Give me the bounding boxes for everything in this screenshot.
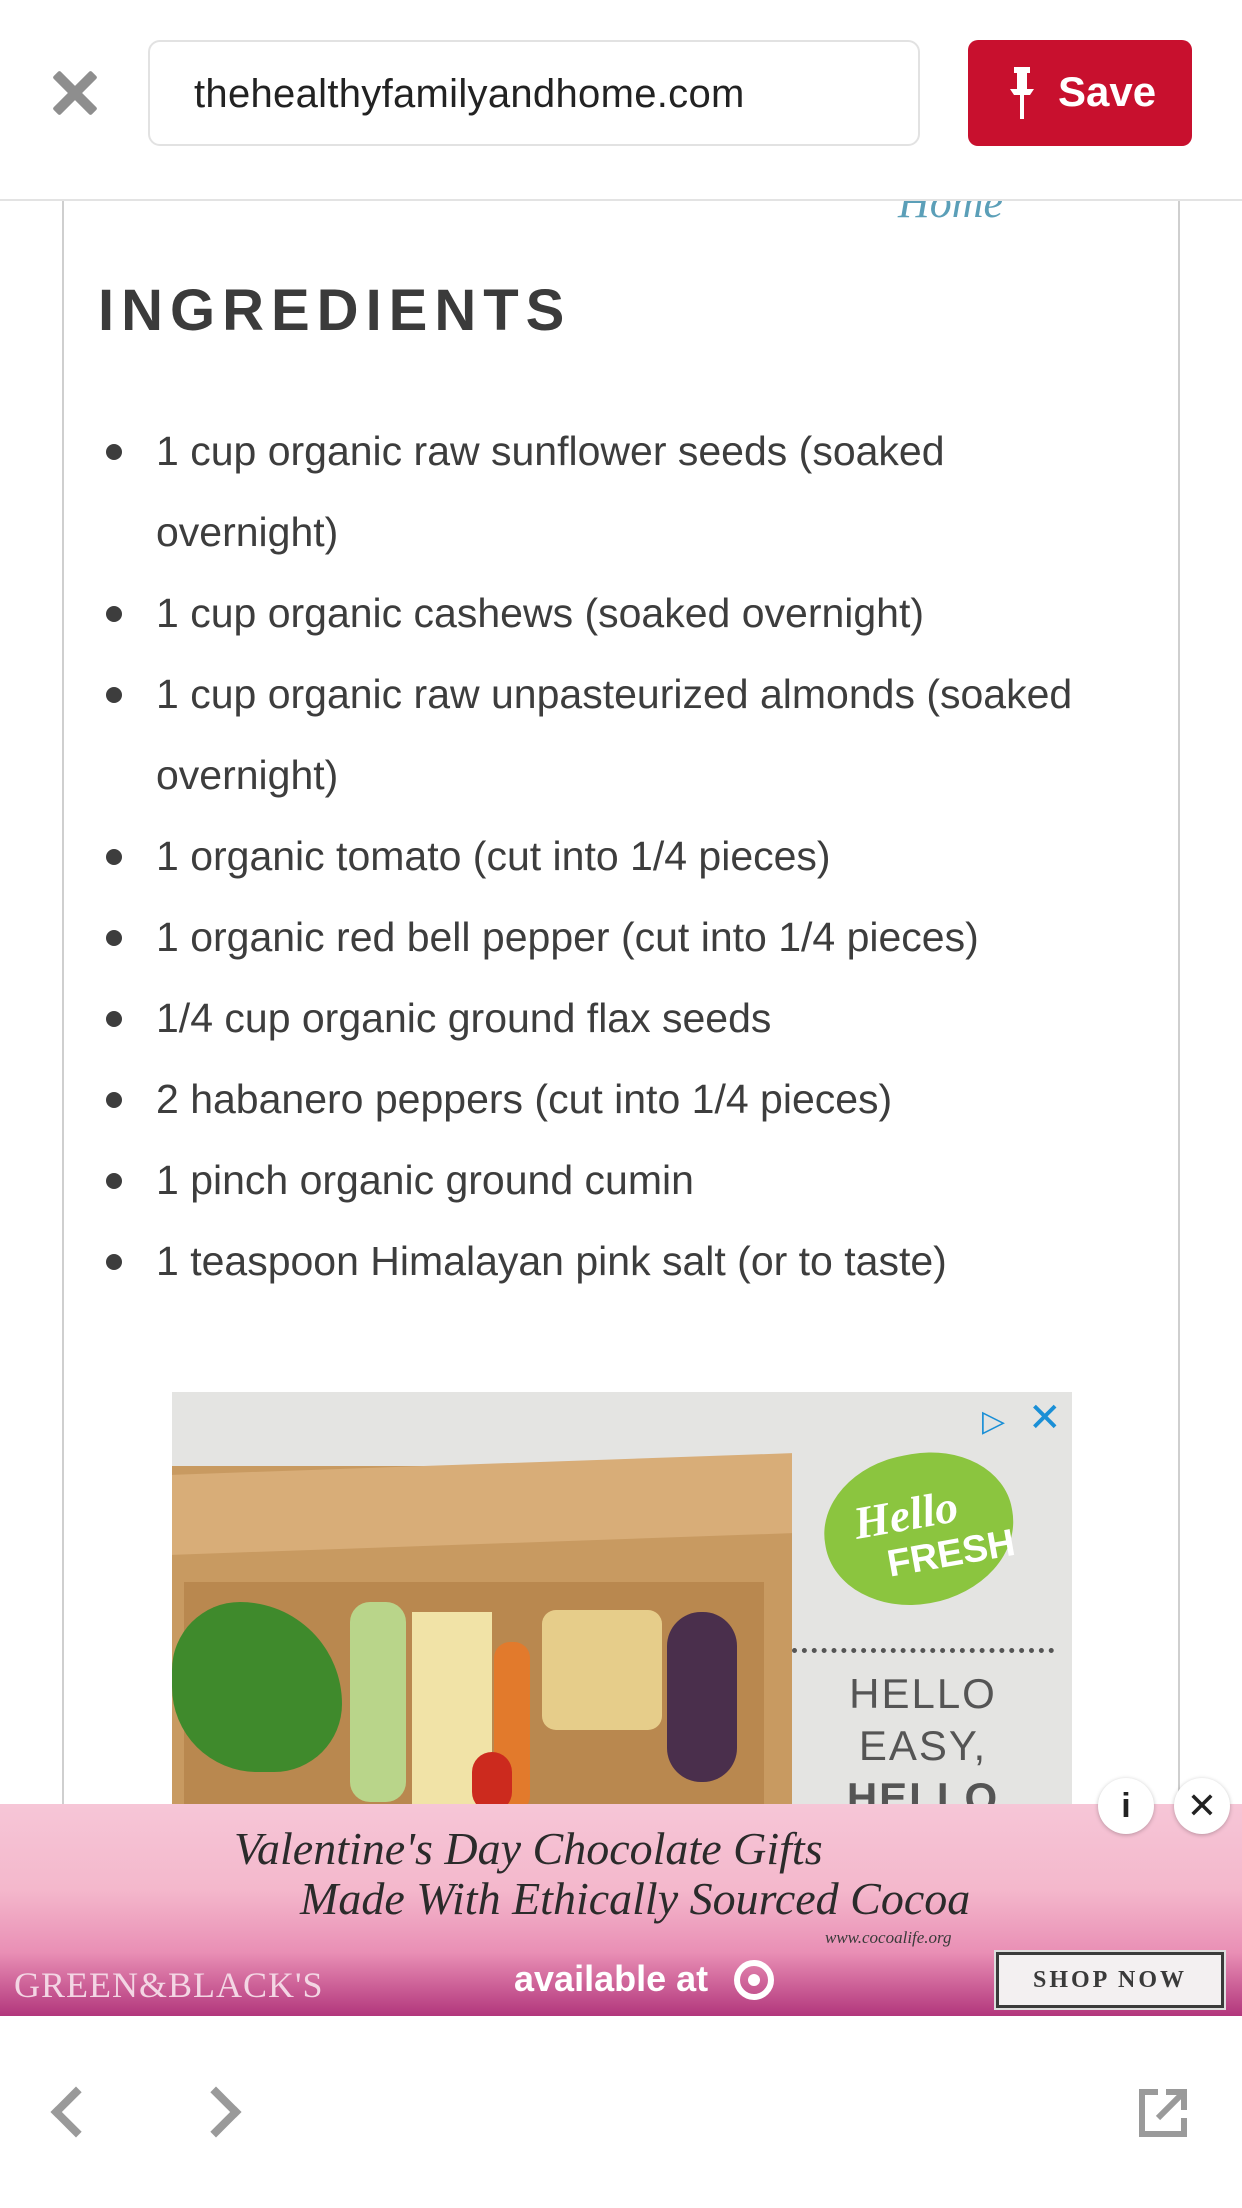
top-bar: thehealthyfamilyandhome.com Save [0, 0, 1242, 201]
banner-available: available at [514, 1958, 709, 1999]
ad-info-icon[interactable]: i [1098, 1778, 1154, 1834]
ad-pepper [472, 1752, 512, 1811]
home-link[interactable]: Home [898, 201, 1003, 228]
chevron-left-icon[interactable] [50, 2086, 102, 2138]
close-icon[interactable] [44, 62, 106, 124]
list-item: 1 organic red bell pepper (cut into 1/4 … [64, 897, 1178, 978]
ad-tagline-1: HELLO [849, 1670, 997, 1717]
ingredients-list: 1 cup organic raw sunflower seeds (soake… [64, 411, 1178, 1302]
adchoices-icon[interactable]: ▷ [982, 1404, 1018, 1440]
save-button[interactable]: Save [968, 40, 1192, 146]
article-content: Home INGREDIENTS 1 cup organic raw sunfl… [62, 201, 1180, 1811]
chevron-right-icon[interactable] [190, 2086, 242, 2138]
banner-line-2: Made With Ethically Sourced Cocoa [300, 1873, 971, 1924]
list-item: 1 organic tomato (cut into 1/4 pieces) [64, 816, 1178, 897]
pin-icon [1010, 67, 1034, 119]
save-label: Save [1058, 68, 1157, 115]
shop-now-button[interactable]: SHOP NOW [996, 1952, 1224, 2008]
ad-divider [792, 1648, 1054, 1653]
list-item: 1 cup organic raw unpasteurized almonds … [64, 654, 1178, 816]
banner-line-1: Valentine's Day Chocolate Gifts [234, 1823, 823, 1874]
list-item: 1 cup organic cashews (soaked overnight) [64, 573, 1178, 654]
list-item: 1 pinch organic ground cumin [64, 1140, 1178, 1221]
open-external-icon[interactable] [1136, 2086, 1190, 2140]
ingredients-heading: INGREDIENTS [98, 278, 572, 343]
list-item: 1/4 cup organic ground flax seeds [64, 978, 1178, 1059]
banner-url: www.cocoalife.org [825, 1928, 952, 1947]
ad-rice [542, 1610, 662, 1730]
target-logo-icon [734, 1960, 774, 2000]
url-field[interactable]: thehealthyfamilyandhome.com [148, 40, 920, 146]
url-text: thehealthyfamilyandhome.com [194, 72, 745, 116]
hellofresh-ad[interactable]: ▷ ✕ Hello FRESH HELLO EASY, HELLO [172, 1392, 1072, 1811]
ad-close-icon[interactable]: ✕ [1028, 1398, 1068, 1438]
list-item: 1 teaspoon Himalayan pink salt (or to ta… [64, 1221, 1178, 1302]
list-item: 2 habanero peppers (cut into 1/4 pieces) [64, 1059, 1178, 1140]
ad-eggplant [667, 1612, 737, 1782]
list-item: 1 cup organic raw sunflower seeds (soake… [64, 411, 1178, 573]
banner-ad[interactable]: Valentine's Day Chocolate Gifts Made Wit… [0, 1804, 1242, 2016]
shop-now-label: SHOP NOW [1032, 1967, 1188, 1993]
banner-close-icon[interactable]: ✕ [1174, 1778, 1230, 1834]
hellofresh-logo: Hello FRESH [812, 1438, 1026, 1620]
bottom-nav [0, 2016, 1242, 2208]
ad-tagline-2: EASY, [858, 1722, 988, 1769]
banner-brand: GREEN&BLACK'S [14, 1965, 324, 2005]
ad-leek [350, 1602, 406, 1802]
